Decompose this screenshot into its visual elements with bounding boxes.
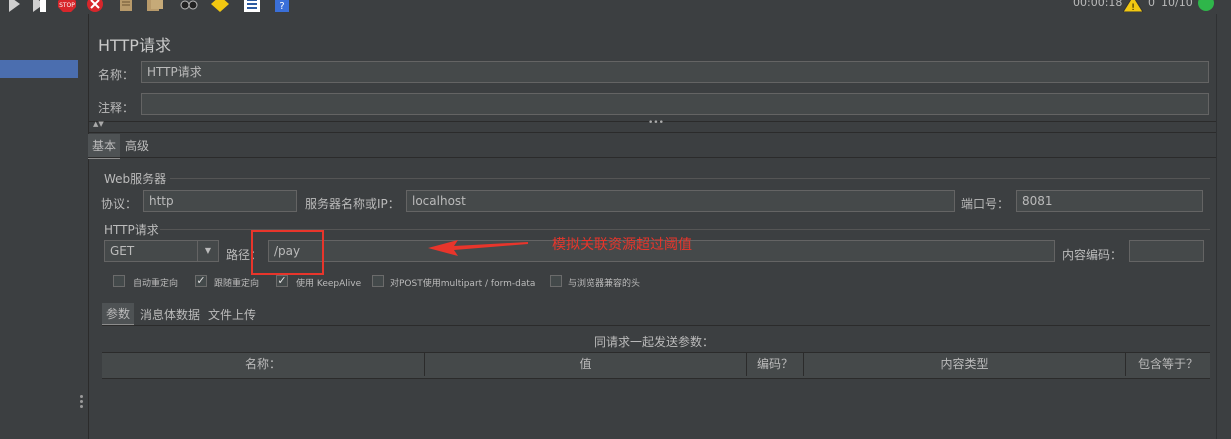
tree-selected-node[interactable] [0, 60, 78, 78]
column-header-include-equals[interactable]: 包含等于？ [1126, 353, 1210, 376]
tab-divider [88, 157, 1216, 158]
tab-body-data[interactable]: 消息体数据 [140, 306, 200, 323]
protocol-label: 协议： [101, 197, 138, 211]
http-request-group-title: HTTP请求 [104, 223, 159, 237]
function-helper-icon[interactable] [243, 0, 261, 12]
web-server-group-title: Web服务器 [104, 172, 167, 186]
method-select[interactable]: GET ▼ [104, 240, 219, 262]
clear-all-icon[interactable] [146, 0, 164, 12]
comment-label: 注释： [98, 101, 135, 115]
drag-grip-icon[interactable]: ••• [648, 118, 664, 128]
annotation-arrow-icon [428, 240, 528, 256]
method-value: GET [110, 244, 135, 258]
port-label: 端口号： [961, 197, 1010, 211]
tab-basic[interactable]: 基本 [88, 134, 121, 159]
option-label-0: 自动重定向 [133, 279, 179, 289]
warning-count: 0 [1148, 0, 1155, 9]
port-field[interactable]: 8081 [1016, 190, 1203, 212]
chevron-down-icon[interactable]: ▼ [197, 241, 218, 261]
option-checkbox-1[interactable]: ✓ [195, 275, 207, 287]
option-checkbox-2[interactable]: ✓ [276, 275, 288, 287]
tab-parameters[interactable]: 参数 [102, 303, 135, 326]
annotation-text: 模拟关联资源超过阈值 [552, 237, 692, 253]
thread-count: 10/10 [1161, 0, 1193, 9]
option-checkbox-0[interactable] [113, 275, 125, 287]
tab-files-upload[interactable]: 文件上传 [208, 306, 256, 323]
option-checkbox-3[interactable] [372, 275, 384, 287]
column-header-value[interactable]: 值 [425, 353, 747, 376]
column-header-encode[interactable]: 编码？ [747, 353, 804, 376]
reset-search-icon[interactable] [211, 0, 229, 12]
name-label: 名称： [98, 68, 135, 82]
annotation-highlight-box [251, 230, 324, 275]
elapsed-timer: 00:00:18 [1073, 0, 1123, 9]
protocol-field[interactable]: http [143, 190, 297, 212]
toolbar: STOP ? 00:00:18 ! 0 10/10 [0, 0, 1231, 14]
warning-icon[interactable]: ! [1123, 0, 1143, 12]
option-label-3: 对POST使用multipart / form-data [390, 279, 536, 289]
search-icon[interactable] [180, 0, 198, 12]
page-title: HTTP请求 [98, 36, 171, 55]
vertical-scrollbar[interactable] [1216, 14, 1231, 439]
encoding-label: 内容编码： [1062, 248, 1123, 262]
encoding-field[interactable] [1129, 240, 1204, 262]
help-icon[interactable]: ? [273, 0, 291, 12]
comment-field[interactable] [141, 93, 1209, 115]
shutdown-icon[interactable] [86, 0, 104, 12]
name-field[interactable]: HTTP请求 [141, 61, 1209, 83]
option-label-1: 跟随重定向 [214, 279, 260, 289]
start-icon[interactable] [6, 0, 24, 12]
splitter-handle[interactable] [80, 395, 84, 411]
server-label: 服务器名称或IP： [305, 197, 400, 211]
collapse-bar[interactable]: ▲▼ ••• [88, 118, 1216, 133]
svg-text:!: ! [1131, 3, 1135, 12]
stop-icon[interactable]: STOP [58, 0, 76, 12]
svg-text:STOP: STOP [59, 2, 75, 9]
param-tab-divider [102, 325, 1210, 326]
svg-text:?: ? [279, 1, 284, 12]
start-no-pause-icon[interactable] [30, 0, 48, 12]
web-server-group-line [170, 178, 1210, 179]
tab-advanced[interactable]: 高级 [125, 137, 149, 154]
column-header-name[interactable]: 名称： [102, 353, 425, 376]
params-caption: 同请求一起发送参数： [594, 335, 715, 349]
option-label-4: 与浏览器兼容的头 [568, 279, 641, 289]
status-light-icon [1198, 0, 1214, 11]
server-field[interactable]: localhost [406, 190, 955, 212]
column-header-content-type[interactable]: 内容类型 [804, 353, 1126, 376]
collapse-arrows-icon[interactable]: ▲▼ [93, 120, 104, 128]
option-checkbox-4[interactable] [550, 275, 562, 287]
option-label-2: 使用 KeepAlive [296, 279, 362, 289]
clear-icon[interactable] [118, 0, 136, 12]
